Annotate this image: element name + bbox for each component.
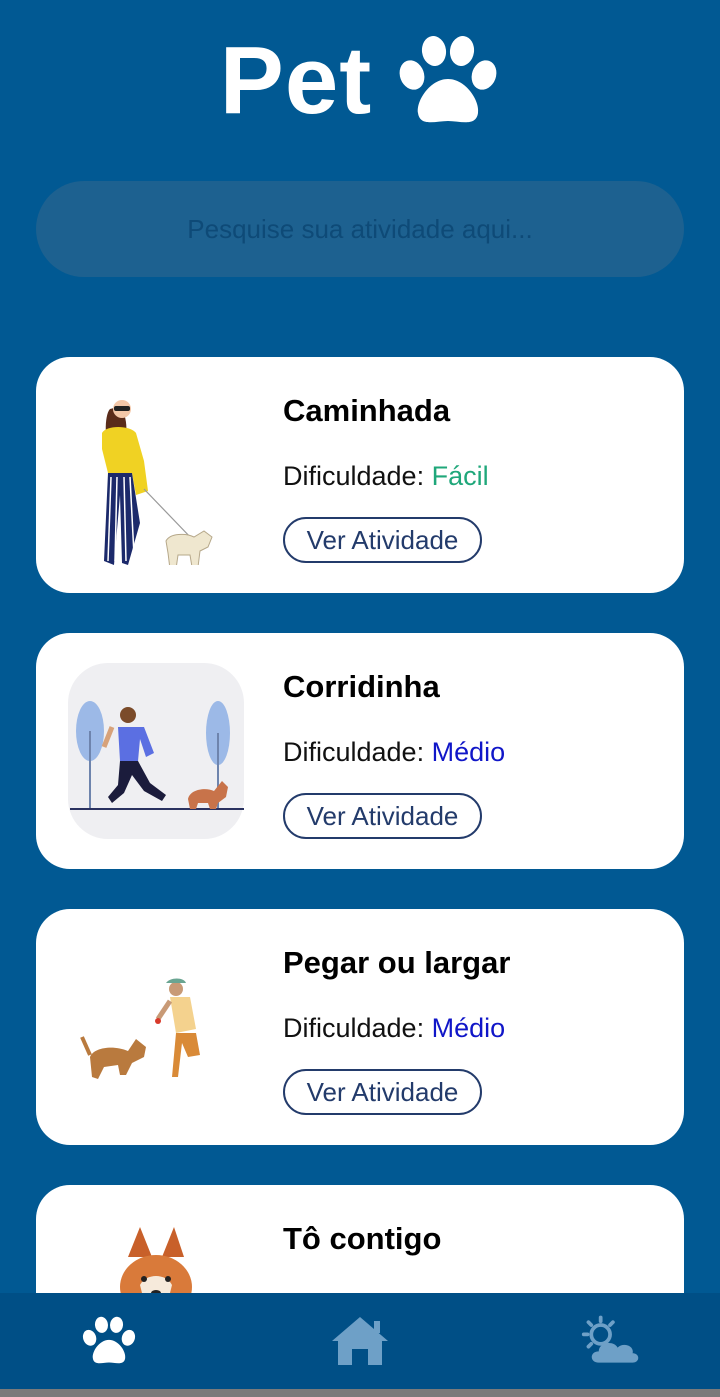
activity-title: Caminhada (283, 393, 451, 428)
paw-icon (82, 1316, 136, 1364)
activity-card: Caminhada Dificuldade: Fácil Ver Ativida… (36, 357, 684, 593)
difficulty-value: Médio (431, 737, 506, 767)
corgi-with-ball-illustration (66, 1213, 246, 1293)
woman-walking-dog-illustration (66, 385, 246, 565)
search-input[interactable] (36, 181, 684, 277)
app-title: Pet (219, 27, 373, 134)
man-playing-fetch-illustration (66, 937, 246, 1117)
screen: Pet Caminhada Dif (0, 0, 720, 1293)
difficulty-row: Dificuldade: Fácil (283, 461, 489, 492)
difficulty-label: Dificuldade: (283, 737, 425, 767)
home-icon (332, 1317, 388, 1365)
activity-title: Pegar ou largar (283, 945, 511, 980)
difficulty-value: Médio (431, 1013, 506, 1043)
difficulty-label: Dificuldade: (283, 1013, 425, 1043)
nav-home-button[interactable] (329, 1314, 391, 1368)
view-activity-button[interactable]: Ver Atividade (283, 1069, 482, 1115)
activity-card: Corridinha Dificuldade: Médio Ver Ativid… (36, 633, 684, 869)
difficulty-row: Dificuldade: Médio (283, 737, 505, 768)
man-running-with-dog-illustration (68, 663, 244, 839)
activity-card: Pegar ou largar Dificuldade: Médio Ver A… (36, 909, 684, 1145)
activity-title: Tô contigo (283, 1221, 442, 1256)
app-header: Pet (0, 26, 720, 136)
difficulty-row: Dificuldade: Médio (283, 1013, 505, 1044)
difficulty-label: Dificuldade: (283, 461, 425, 491)
search-bar[interactable] (36, 181, 684, 277)
activity-title: Corridinha (283, 669, 440, 704)
system-bar-edge (0, 1389, 720, 1397)
nav-paw-button[interactable] (78, 1314, 140, 1368)
weather-icon (581, 1315, 639, 1363)
activity-card: Tô contigo (36, 1185, 684, 1293)
paw-icon (399, 36, 497, 123)
bottom-navigation (0, 1293, 720, 1389)
nav-weather-button[interactable] (580, 1314, 642, 1368)
difficulty-value: Fácil (431, 461, 489, 491)
view-activity-button[interactable]: Ver Atividade (283, 793, 482, 839)
view-activity-button[interactable]: Ver Atividade (283, 517, 482, 563)
